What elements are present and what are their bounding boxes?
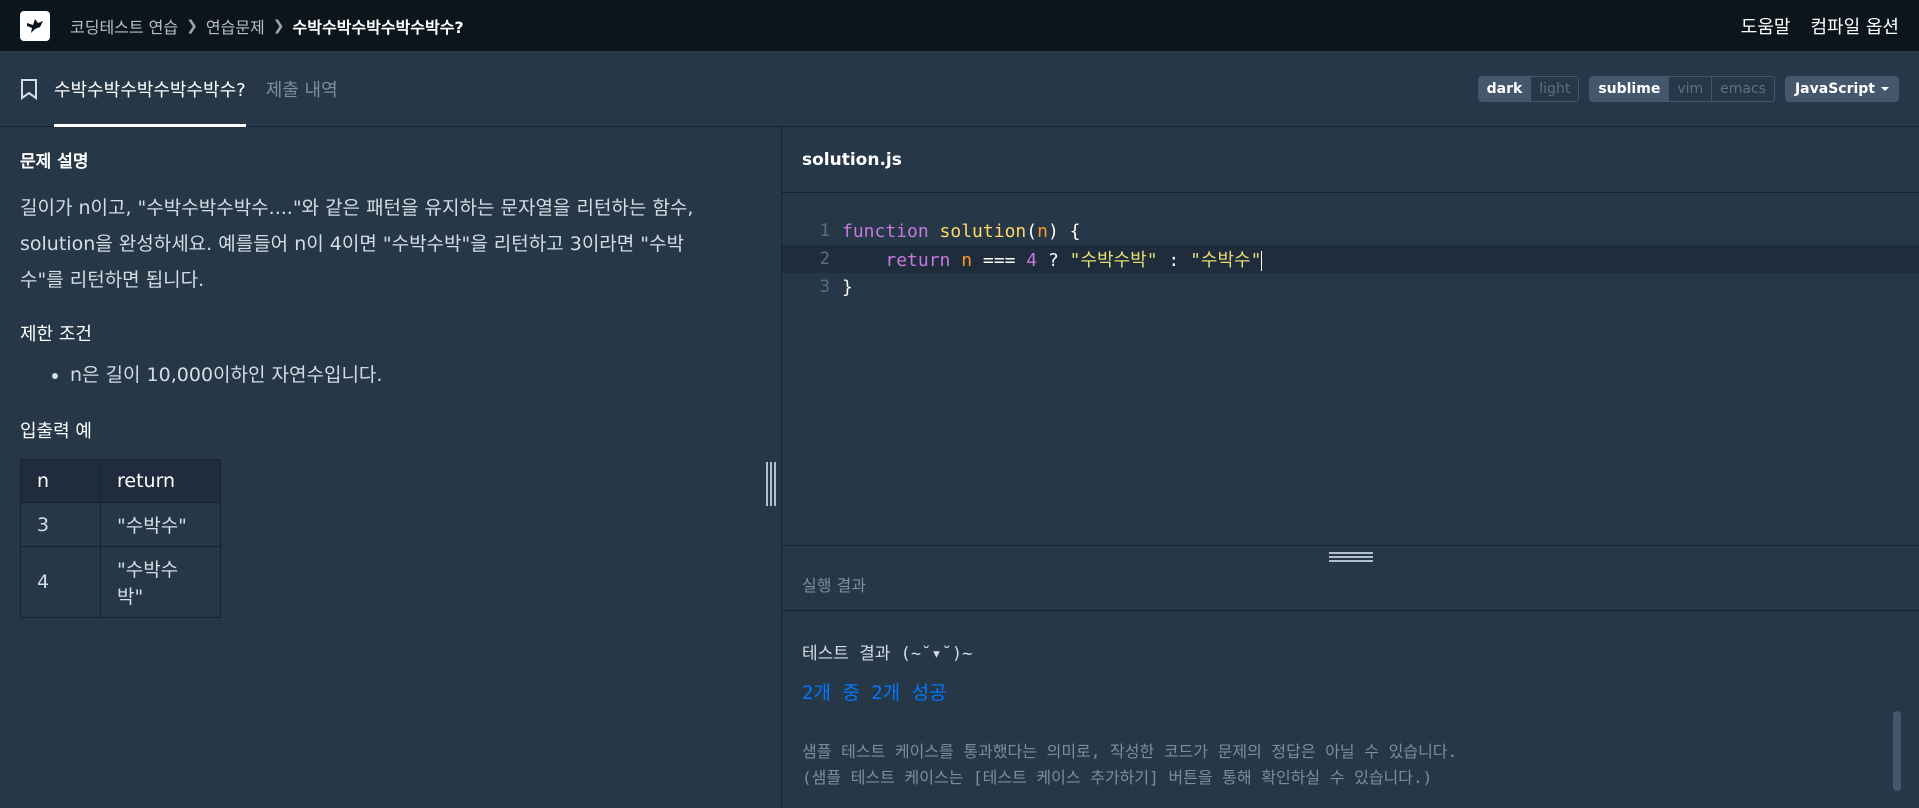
table-cell: 4 xyxy=(20,546,101,618)
examples-table: n return 3 "수박수" 4 "수박수박" xyxy=(20,459,221,618)
language-select[interactable]: JavaScript xyxy=(1784,75,1899,102)
table-header: n xyxy=(20,459,101,503)
chevron-right-icon: ❯ xyxy=(186,17,198,34)
keymap-emacs-button[interactable]: emacs xyxy=(1711,76,1774,101)
breadcrumb-current: 수박수박수박수박수박수? xyxy=(292,17,464,37)
code-token: ( xyxy=(1026,220,1038,242)
list-item: n은 길이 10,000이하인 자연수입니다. xyxy=(70,360,761,387)
table-cell: 3 xyxy=(20,502,101,547)
breadcrumb-coding-test[interactable]: 코딩테스트 연습 xyxy=(70,14,178,38)
caret-down-icon xyxy=(1881,86,1889,91)
keymap-vim-button[interactable]: vim xyxy=(1668,76,1712,101)
help-link[interactable]: 도움말 xyxy=(1741,13,1791,39)
code-token: ? xyxy=(1037,250,1070,271)
theme-dark-button[interactable]: dark xyxy=(1478,76,1531,101)
horizontal-resize-handle[interactable] xyxy=(782,545,1919,562)
code-token: : xyxy=(1157,250,1191,271)
result-note-line-1: 샘플 테스트 케이스를 통과했다는 의미로, 작성한 코드가 문제의 정답은 아… xyxy=(802,742,1458,761)
examples-title: 입출력 예 xyxy=(20,421,92,442)
code-token: "수박수박" xyxy=(1069,250,1158,271)
table-cell: "수박수" xyxy=(100,502,221,547)
code-token: "수박수" xyxy=(1190,250,1262,271)
tab-bar: 수박수박수박수박수박수? 제출 내역 dark light sublime vi… xyxy=(0,51,1919,127)
code-line: 2 return n === 4 ? "수박수박" : "수박수" xyxy=(782,245,1919,273)
table-row: 3 "수박수" xyxy=(20,502,221,547)
table-cell: "수박수박" xyxy=(100,546,221,618)
line-number: 1 xyxy=(819,221,830,241)
code-token: return xyxy=(885,250,951,271)
problem-description: 길이가 n이고, "수박수박수박수...."와 같은 패턴을 유지하는 문자열을… xyxy=(20,197,694,291)
line-number: 2 xyxy=(819,249,830,269)
result-success: 2개 중 2개 성공 xyxy=(802,682,947,704)
editor-filename: solution.js xyxy=(782,127,1919,193)
problem-panel: 문제 설명 길이가 n이고, "수박수박수박수...."와 같은 패턴을 유지하… xyxy=(0,127,782,808)
line-number: 3 xyxy=(819,277,830,297)
code-token: } xyxy=(842,276,853,298)
code-line: 3 } xyxy=(782,273,1919,301)
constraints-list: n은 길이 10,000이하인 자연수입니다. xyxy=(70,360,761,387)
table-header: return xyxy=(100,459,221,503)
chevron-right-icon: ❯ xyxy=(272,17,285,34)
keymap-sublime-button[interactable]: sublime xyxy=(1590,76,1669,101)
result-scrollbar[interactable] xyxy=(1893,711,1901,791)
result-title: 테스트 결과 (~˘▾˘)~ xyxy=(802,644,973,664)
theme-light-button[interactable]: light xyxy=(1530,76,1579,101)
breadcrumb: 코딩테스트 연습 ❯ 연습문제 ❯ 수박수박수박수박수박수? xyxy=(70,14,464,38)
code-token: 4 xyxy=(1026,250,1038,271)
tab-submissions[interactable]: 제출 내역 xyxy=(266,51,338,126)
code-token: n xyxy=(961,250,973,271)
programmers-logo-icon[interactable] xyxy=(20,10,50,41)
result-header: 실행 결과 xyxy=(782,557,1919,611)
keymap-toggle: sublime vim emacs xyxy=(1589,75,1775,102)
vertical-resize-handle[interactable] xyxy=(765,462,777,506)
language-label: JavaScript xyxy=(1794,80,1875,97)
constraints-title: 제한 조건 xyxy=(20,324,92,345)
text-cursor xyxy=(1261,251,1263,271)
code-line: 1 function solution(n) { xyxy=(782,217,1919,245)
description-title: 문제 설명 xyxy=(20,152,89,172)
code-editor[interactable]: 1 function solution(n) { 2 return n === … xyxy=(782,193,1919,545)
code-token: function xyxy=(842,220,929,242)
result-output: 테스트 결과 (~˘▾˘)~ 2개 중 2개 성공 샘플 테스트 케이스를 통과… xyxy=(782,611,1919,791)
table-row: 4 "수박수박" xyxy=(20,546,221,618)
bookmark-icon[interactable] xyxy=(20,51,38,126)
table-header-row: n return xyxy=(20,459,221,503)
code-token: === xyxy=(972,250,1027,271)
top-navbar: 코딩테스트 연습 ❯ 연습문제 ❯ 수박수박수박수박수박수? 도움말 컴파일 옵… xyxy=(0,0,1919,51)
code-token: n xyxy=(1037,220,1048,242)
code-token: ) { xyxy=(1047,220,1081,242)
editor-panel: solution.js 1 function solution(n) { 2 r… xyxy=(782,127,1919,808)
theme-toggle: dark light xyxy=(1477,75,1580,102)
code-token: solution xyxy=(939,220,1027,242)
breadcrumb-practice[interactable]: 연습문제 xyxy=(206,14,265,38)
tab-problem[interactable]: 수박수박수박수박수박수? xyxy=(54,51,246,127)
compile-options-link[interactable]: 컴파일 옵션 xyxy=(1810,13,1899,39)
result-note-line-2: (샘플 테스트 케이스는 [테스트 케이스 추가하기] 버튼을 통해 확인하실 … xyxy=(802,768,1433,787)
